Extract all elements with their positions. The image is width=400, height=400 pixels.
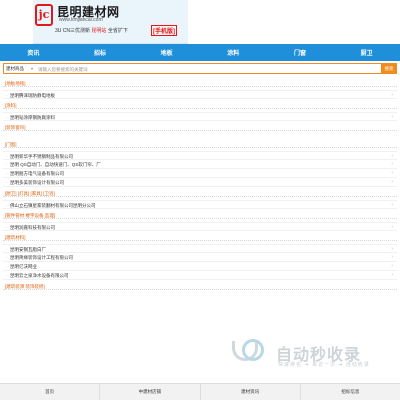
mobile-version-badge[interactable]: [手机版] <box>151 25 177 36</box>
list-item-label: 昆明朋方电气设备有限公司 <box>10 171 64 176</box>
section-list: · 昆明新华手不锈钢制品有限公司 › · 昆明 QS自动门、自动快速门、QS软门帘、厂… <box>3 148 397 190</box>
footer-bidding[interactable]: 招标信息 <box>301 384 400 400</box>
search-input[interactable] <box>38 65 338 73</box>
footer-home[interactable]: 首页 <box>0 384 101 400</box>
list-item[interactable]: · 昆明云之泉净水设备有限公司 › <box>3 271 397 280</box>
nav-item-paint[interactable]: 涂料 <box>203 48 263 57</box>
search-category-select[interactable]: 建材商品 <box>6 66 24 72</box>
section-pipes: [管件管材 楼宇设备 监理] · 昆明润嘉科技有限公司 › <box>3 212 397 234</box>
section-title[interactable]: [管件管材 楼宇设备 监理] <box>3 212 397 219</box>
watermark-ring-icon <box>242 339 264 361</box>
nav-item-news[interactable]: 资讯 <box>3 48 63 57</box>
search-button[interactable]: 搜索 <box>381 63 397 74</box>
site-logo[interactable]: jc 昆明建材网 www.kmjiancai.com 3U CN三优测新 昆明站… <box>33 0 188 44</box>
section-title[interactable]: [涂料] <box>3 102 397 109</box>
list-item[interactable]: · 昆明亿沃网业 › <box>3 262 397 271</box>
list-item[interactable]: · 昆明 QS自动门、自动快速门、QS软门帘、厂 › <box>3 160 397 169</box>
list-item[interactable]: · 昆明多美装饰设计有限公司 › <box>3 178 397 187</box>
section-title[interactable]: [建筑材料] <box>3 234 397 241</box>
chevron-right-icon: › <box>391 254 393 260</box>
bullet-icon: · <box>6 93 8 98</box>
chevron-right-icon: › <box>391 92 393 98</box>
chevron-right-icon: › <box>391 202 393 208</box>
watermark-logo: 自动秒收录 快速排名 ➔ 来访一次 ➔ 自动收录 <box>232 339 384 369</box>
section-list <box>3 131 397 141</box>
nav-item-bidding[interactable]: 招标 <box>70 48 130 57</box>
list-item[interactable]: · 佛山立石镇星家装翻材有限公司昆明分公司 › <box>3 200 397 209</box>
nav-item-flooring[interactable]: 地板 <box>137 48 197 57</box>
list-item-label: 昆明新华手不锈钢制品有限公司 <box>10 154 73 159</box>
section-list: · 昆明腾泽瑞防静电地板 › <box>3 87 397 102</box>
bullet-icon: · <box>6 203 8 208</box>
bullet-icon: · <box>6 273 8 278</box>
section-curtains: [装饰窗帘] <box>3 124 397 141</box>
section-list: · 昆明安钢瓦脂白厂 › · 昆明简缘装饰设计工程有限公司 › · 昆明亿沃网业 › · 昆明… <box>3 241 397 283</box>
footer-news[interactable]: 建材资讯 <box>201 384 301 400</box>
section-list: · 昆明韬涂厚钢防腐涂料 › <box>3 109 397 124</box>
section-list: · 昆明润嘉科技有限公司 › <box>3 219 397 234</box>
bullet-icon: · <box>6 171 8 176</box>
bullet-icon: · <box>6 264 8 269</box>
list-item[interactable]: · 昆明腾泽瑞防静电地板 › <box>3 90 397 99</box>
list-item-label: 昆明简缘装饰设计工程有限公司 <box>10 255 73 260</box>
list-item-label: 昆明云之泉净水设备有限公司 <box>10 273 69 278</box>
chevron-right-icon: › <box>391 272 393 278</box>
chevron-right-icon: › <box>391 263 393 269</box>
list-item-label: 昆明 QS自动门、自动快速门、QS软门帘、厂 <box>10 162 101 167</box>
list-item[interactable]: · 昆明安钢瓦脂白厂 › <box>3 244 397 253</box>
list-item[interactable]: · 昆明简缘装饰设计工程有限公司 › <box>3 253 397 262</box>
section-title[interactable]: [装饰窗帘] <box>3 124 397 131</box>
nav-item-doors[interactable]: 门窗 <box>270 48 330 57</box>
chevron-right-icon: › <box>391 161 393 167</box>
list-item-label: 昆明多美装饰设计有限公司 <box>10 180 64 185</box>
chevron-right-icon: › <box>391 114 393 120</box>
bullet-icon: · <box>6 255 8 260</box>
list-item[interactable]: · 昆明润嘉科技有限公司 › <box>3 222 397 231</box>
tagline-part: 全省扩下 <box>107 28 128 34</box>
list-item-label: 佛山立石镇星家装翻材有限公司昆明分公司 <box>10 203 96 208</box>
section-title[interactable]: [地板地毯] <box>3 80 397 87</box>
footer-nav: 首页 中建材店铺 建材资讯 招标信息 <box>0 383 400 400</box>
bullet-icon: · <box>6 180 8 185</box>
tagline-part: 昆明站 <box>91 28 107 34</box>
bullet-icon: · <box>6 115 8 120</box>
main-nav: 资讯 招标 地板 涂料 门窗 厨卫 <box>0 44 400 61</box>
section-title[interactable]: [厨卫] [灯具] [家具] [卫浴] <box>3 190 397 197</box>
section-kitchen-lighting: [厨卫] [灯具] [家具] [卫浴] · 佛山立石镇星家装翻材有限公司昆明分公司… <box>3 190 397 212</box>
section-paint: [涂料] · 昆明韬涂厚钢防腐涂料 › <box>3 102 397 124</box>
list-item-label: 昆明亿沃网业 <box>10 264 37 269</box>
bullet-icon: · <box>6 162 8 167</box>
list-item-label: 昆明韬涂厚钢防腐涂料 <box>10 115 55 120</box>
section-list: · 佛山立石镇星家装翻材有限公司昆明分公司 › <box>3 197 397 212</box>
footer-stores[interactable]: 中建材店铺 <box>100 384 201 400</box>
chevron-down-icon[interactable]: ▾ <box>31 66 33 71</box>
logo-url: www.kmjiancai.com <box>59 17 103 23</box>
header-banner: jc 昆明建材网 www.kmjiancai.com 3U CN三优测新 昆明站… <box>0 0 400 44</box>
section-flooring: [地板地毯] · 昆明腾泽瑞防静电地板 › <box>3 80 397 102</box>
section-title[interactable]: [门窗] <box>3 141 397 148</box>
logo-tagline: 3U CN三优测新 昆明站 全省扩下 <box>55 27 128 34</box>
chevron-right-icon: › <box>391 170 393 176</box>
section-doors: [门窗] · 昆明新华手不锈钢制品有限公司 › · 昆明 QS自动门、自动快速门、QS… <box>3 141 397 190</box>
nav-item-kitchen-bath[interactable]: 厨卫 <box>337 48 397 57</box>
chevron-right-icon: › <box>391 224 393 230</box>
section-decoration: [建筑装潢 装饰装修] <box>3 283 397 290</box>
list-item-label: 昆明润嘉科技有限公司 <box>10 225 55 230</box>
category-listing: [地板地毯] · 昆明腾泽瑞防静电地板 › [涂料] · 昆明韬涂厚钢防腐涂料 › [装… <box>3 80 397 290</box>
search-bar: 建材商品 ▾ 搜索 <box>3 63 397 74</box>
logo-mark-icon: jc <box>35 4 53 26</box>
list-item-label: 昆明腾泽瑞防静电地板 <box>10 93 55 98</box>
tagline-part: 3U CN三优测新 <box>55 28 91 34</box>
list-item-label: 昆明安钢瓦脂白厂 <box>10 247 46 252</box>
watermark-subtext: 快速排名 ➔ 来访一次 ➔ 自动收录 <box>278 362 370 368</box>
list-item[interactable]: · 昆明新华手不锈钢制品有限公司 › <box>3 151 397 160</box>
section-title[interactable]: [建筑装潢 装饰装修] <box>3 283 397 290</box>
list-item[interactable]: · 昆明朋方电气设备有限公司 › <box>3 169 397 178</box>
list-item[interactable]: · 昆明韬涂厚钢防腐涂料 › <box>3 112 397 121</box>
chevron-right-icon: › <box>391 179 393 185</box>
bullet-icon: · <box>6 225 8 230</box>
section-building-materials: [建筑材料] · 昆明安钢瓦脂白厂 › · 昆明简缘装饰设计工程有限公司 › · 昆明亿沃… <box>3 234 397 283</box>
